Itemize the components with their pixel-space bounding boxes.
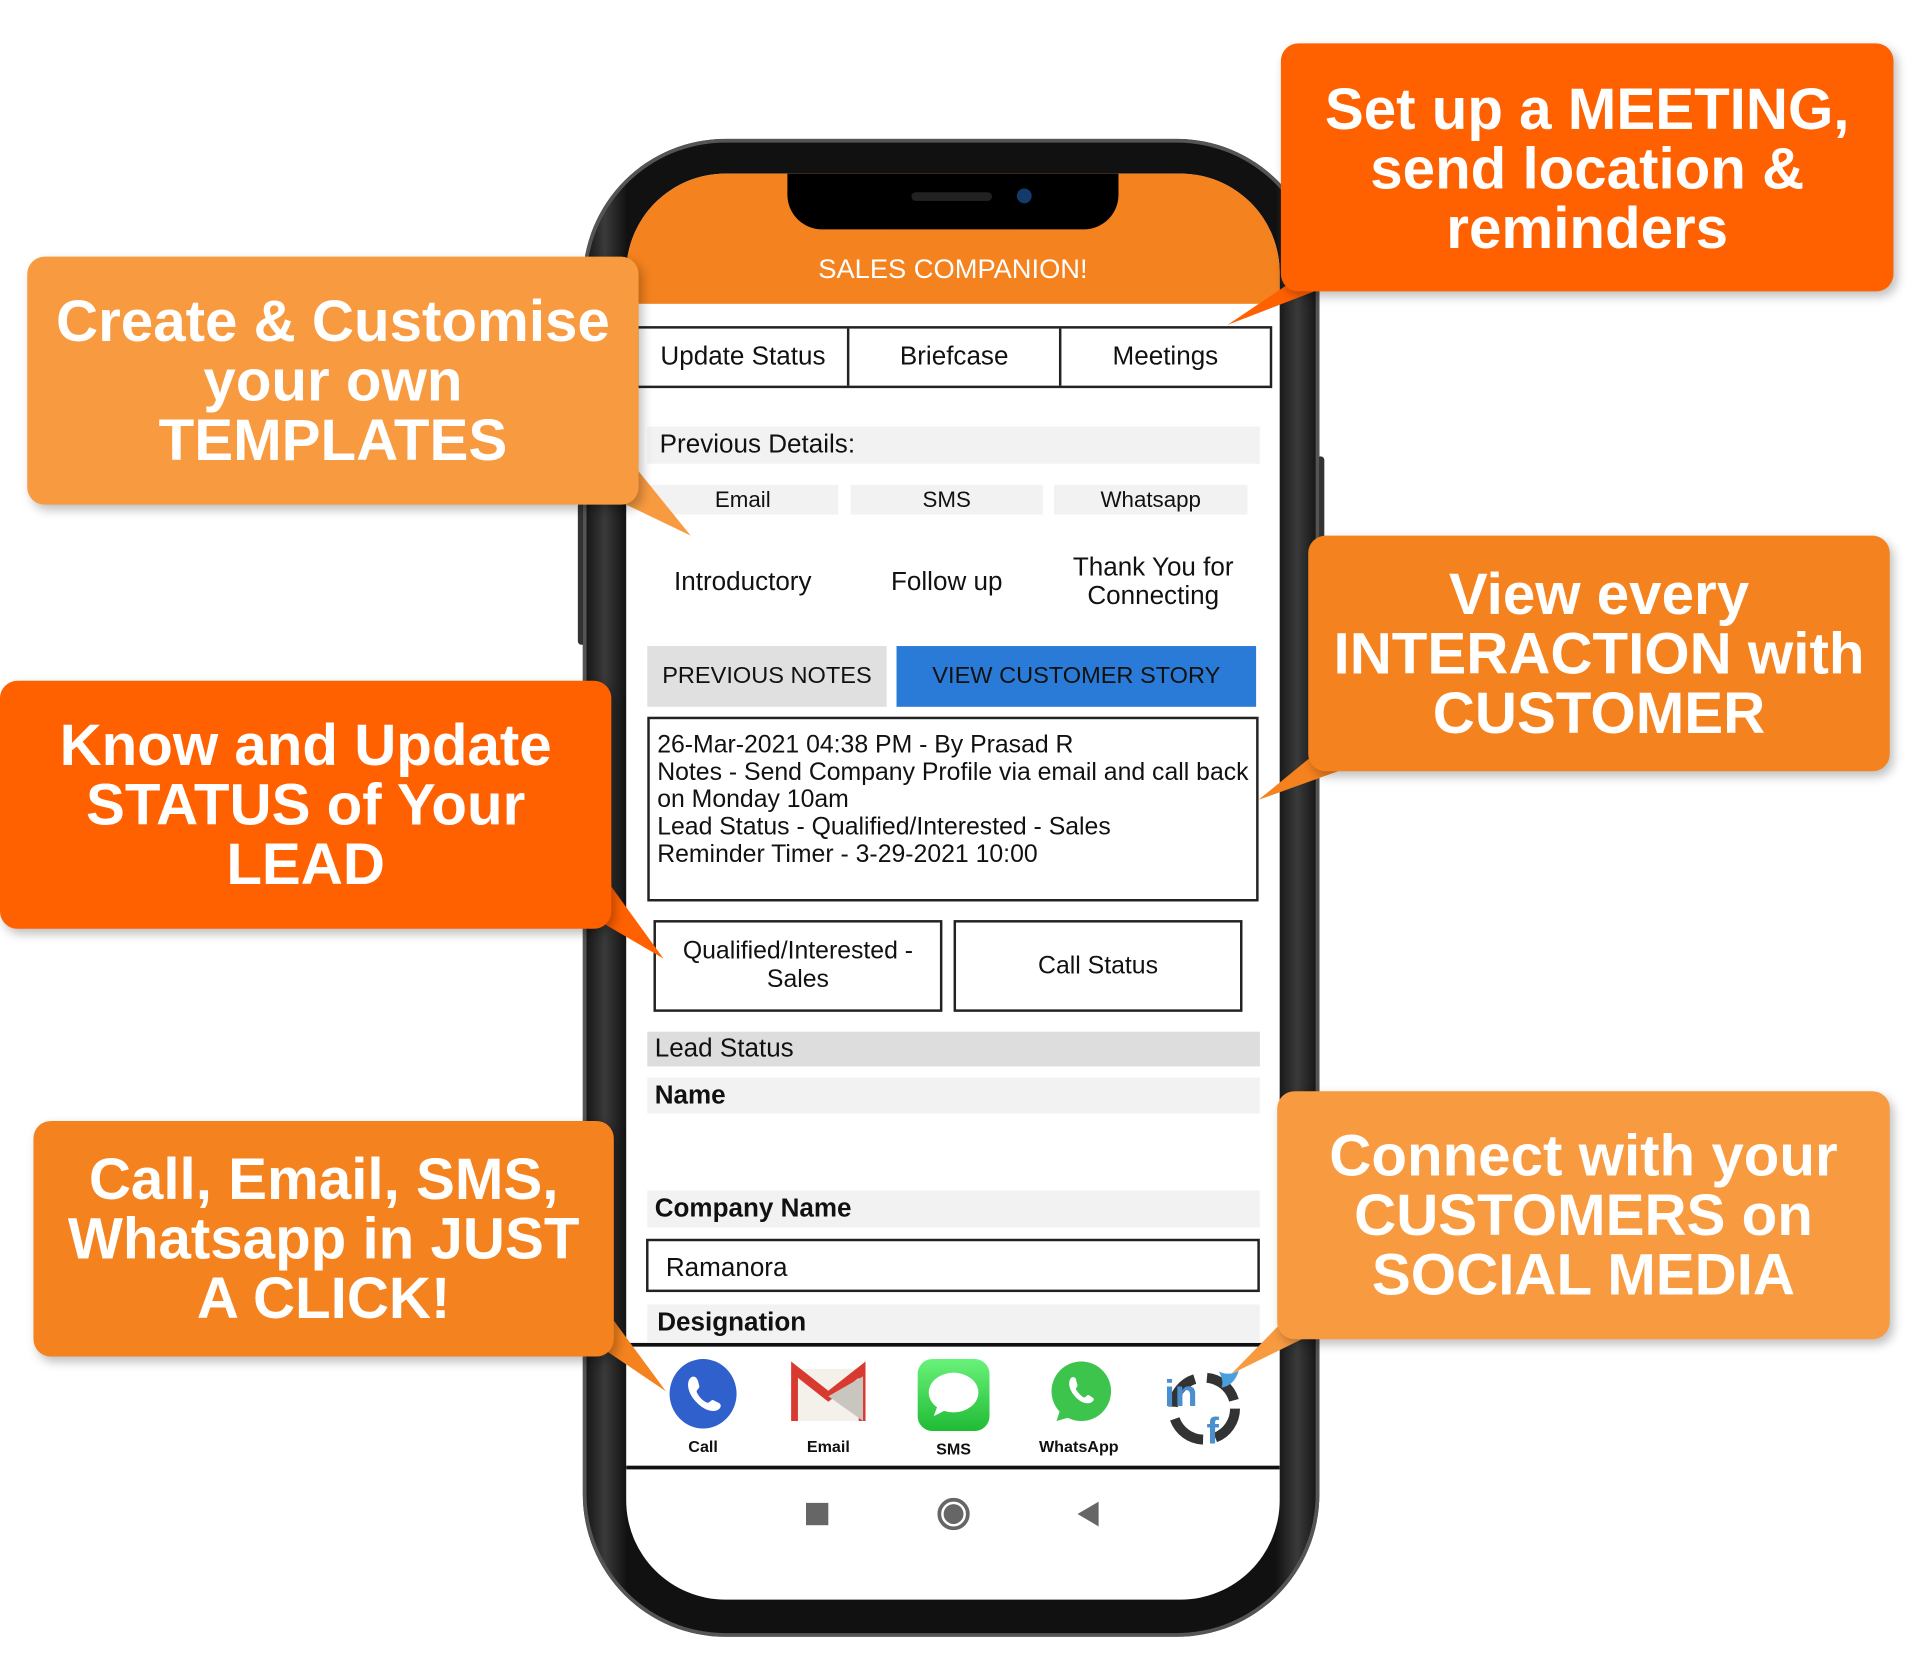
callout-status: Know and Update STATUS of Your LEAD — [0, 680, 612, 929]
callout-social: Connect with your CUSTOMERS on SOCIAL ME… — [1277, 1091, 1890, 1340]
callout-meeting: Set up a MEETING, send location & remind… — [1280, 43, 1894, 292]
callout-interaction: View every INTERACTION with CUSTOMER — [1308, 535, 1890, 772]
callout-contact: Call, Email, SMS, Whatsapp in JUST A CLI… — [33, 1120, 614, 1357]
callout-templates: Create & Customise your own TEMPLATES — [27, 256, 639, 505]
